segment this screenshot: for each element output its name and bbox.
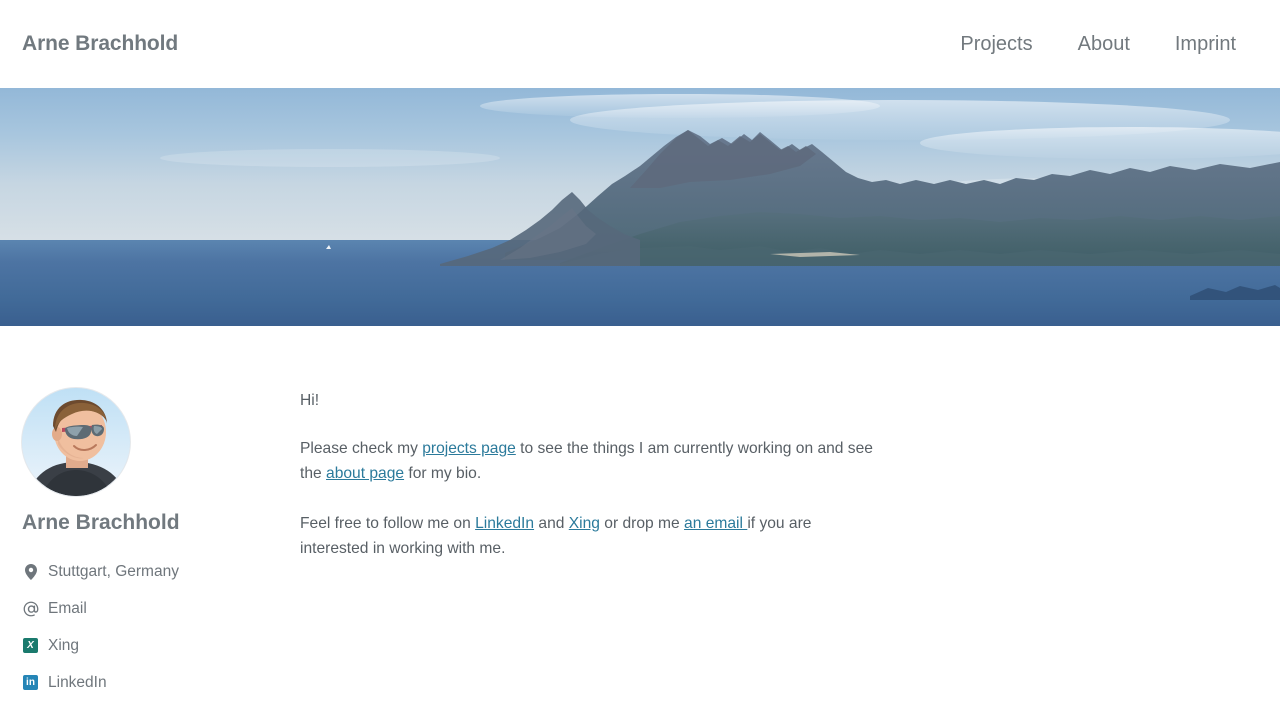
- para3-mid1: and: [534, 514, 569, 532]
- nav-item-projects[interactable]: Projects: [960, 33, 1032, 56]
- projects-paragraph: Please check my projects page to see the…: [300, 436, 880, 487]
- linkedin-icon: in: [22, 674, 39, 691]
- list-item: in LinkedIn: [22, 664, 300, 701]
- list-item: Stuttgart, Germany: [22, 553, 300, 590]
- linkedin-link[interactable]: LinkedIn: [475, 515, 534, 532]
- para2-post: for my bio.: [404, 465, 482, 482]
- intro-text-block: Hi! Please check my projects page to see…: [300, 388, 1000, 701]
- xing-icon: X: [22, 637, 39, 654]
- contact-linkedin-label: LinkedIn: [48, 673, 107, 691]
- nav-item-about[interactable]: About: [1078, 33, 1130, 56]
- contact-list: Stuttgart, Germany Email X Xing in Linke…: [22, 553, 300, 701]
- about-page-link[interactable]: about page: [326, 465, 404, 482]
- greeting-text: Hi!: [300, 392, 320, 409]
- contact-location-label: Stuttgart, Germany: [48, 562, 179, 580]
- site-header: Arne Brachhold Projects About Imprint: [0, 0, 1280, 88]
- list-item: Email: [22, 590, 300, 627]
- linkedin-badge: in: [23, 675, 38, 691]
- contact-xing-label: Xing: [48, 636, 80, 654]
- at-sign-icon: [22, 600, 39, 617]
- contact-xing-link[interactable]: X Xing: [22, 627, 300, 664]
- brand-logo[interactable]: Arne Brachhold: [22, 32, 178, 56]
- main-content: Arne Brachhold Stuttgart, Germany Email …: [0, 326, 1280, 701]
- avatar: [22, 388, 130, 496]
- nav-item-imprint[interactable]: Imprint: [1175, 33, 1236, 56]
- email-link[interactable]: an email: [684, 515, 747, 532]
- sidebar-profile-name: Arne Brachhold: [22, 511, 180, 534]
- contact-email-label: Email: [48, 599, 87, 617]
- greeting-paragraph: Hi!: [300, 388, 880, 414]
- contact-location-row: Stuttgart, Germany: [22, 553, 300, 590]
- list-item: X Xing: [22, 627, 300, 664]
- hero-banner-image: [0, 88, 1280, 326]
- xing-badge: X: [23, 638, 38, 654]
- para3-mid2: or drop me: [599, 514, 685, 532]
- contact-email-link[interactable]: Email: [22, 590, 300, 627]
- para3-pre: Feel free to follow me on: [300, 514, 476, 532]
- social-paragraph: Feel free to follow me on LinkedIn and X…: [300, 511, 880, 562]
- profile-sidebar: Arne Brachhold Stuttgart, Germany Email …: [0, 388, 300, 701]
- map-pin-icon: [22, 563, 39, 580]
- projects-page-link[interactable]: projects page: [422, 440, 516, 457]
- para2-pre: Please check my: [300, 439, 423, 457]
- xing-link[interactable]: Xing: [569, 515, 600, 532]
- main-navigation: Projects About Imprint: [960, 33, 1236, 56]
- contact-linkedin-link[interactable]: in LinkedIn: [22, 664, 300, 701]
